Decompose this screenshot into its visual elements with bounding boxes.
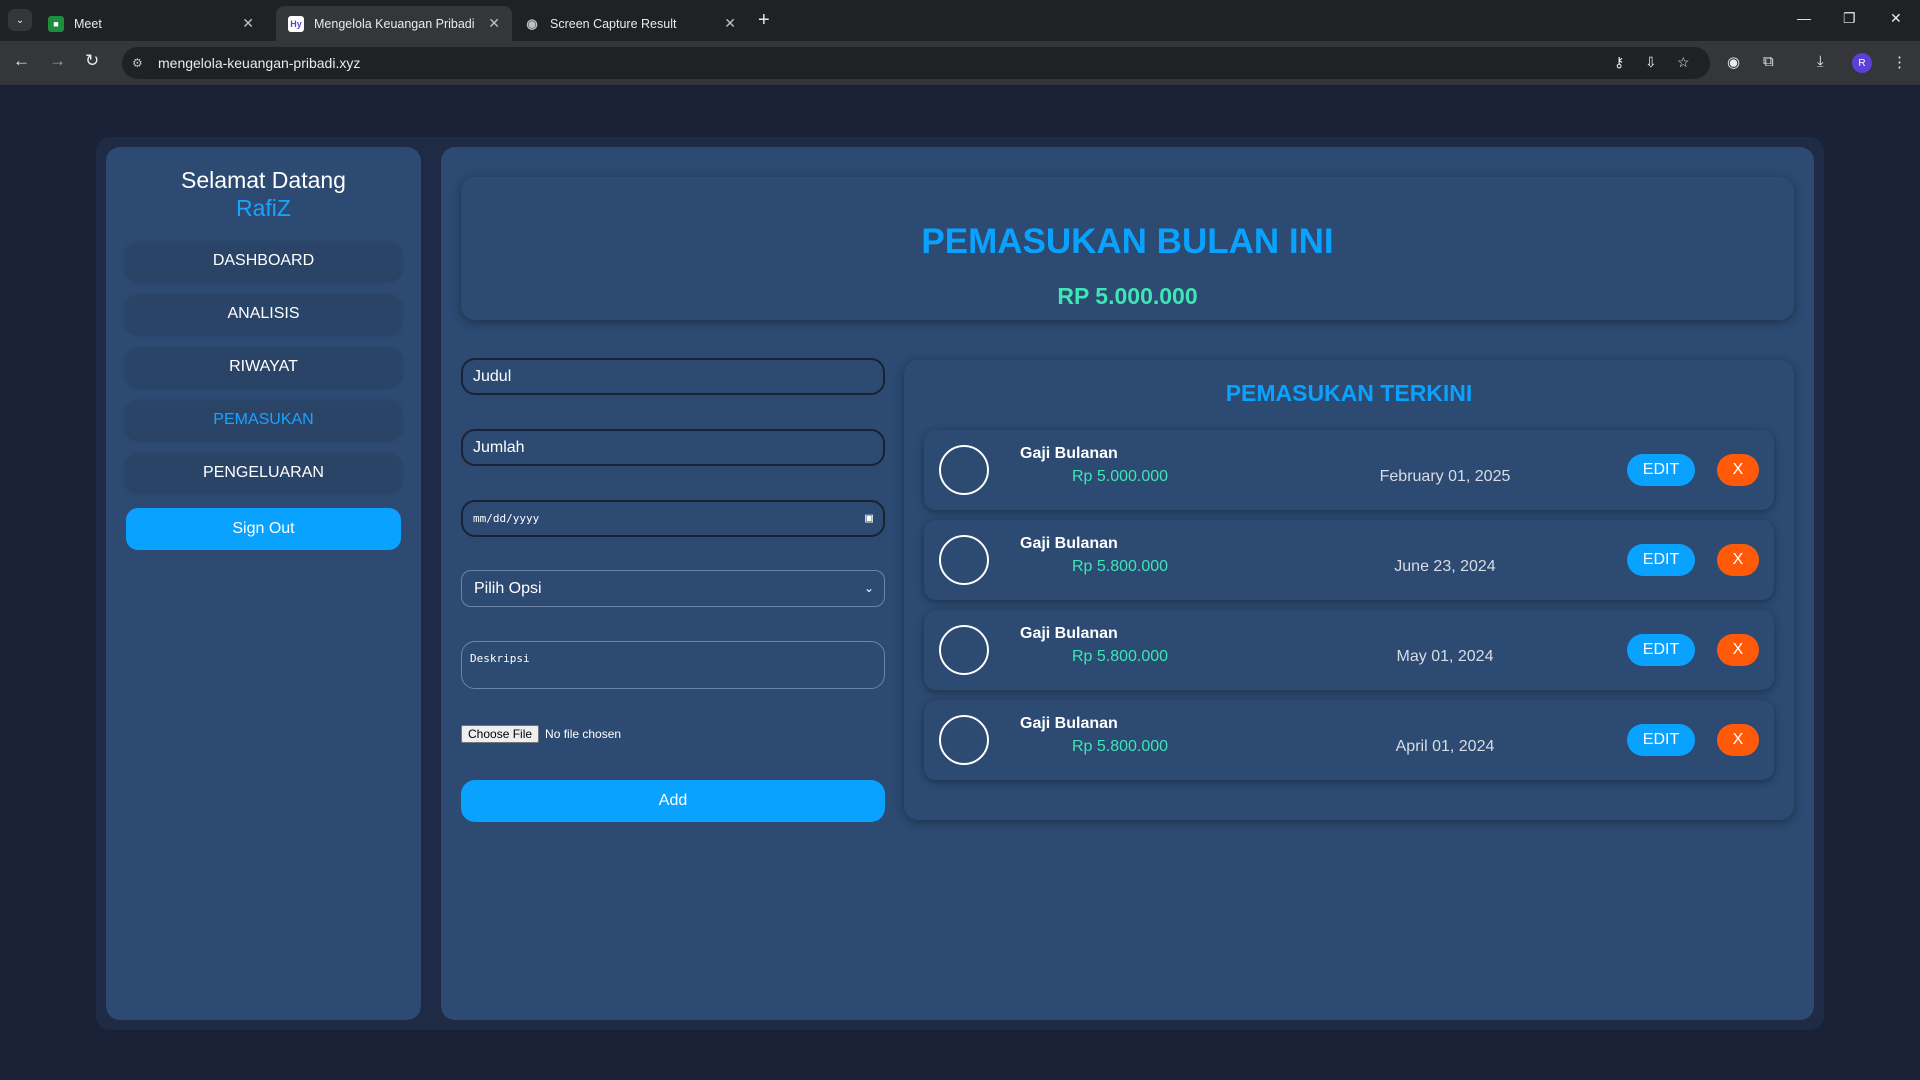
screenshot-extension-icon[interactable]: ◉	[1727, 53, 1740, 71]
welcome-text: Selamat Datang	[181, 167, 346, 193]
sidebar-item-riwayat[interactable]: RIWAYAT	[126, 348, 401, 386]
sidebar-item-dashboard[interactable]: DASHBOARD	[126, 242, 401, 280]
edit-button[interactable]: EDIT	[1627, 634, 1695, 666]
calendar-icon[interactable]: ▣	[865, 502, 873, 535]
date-placeholder: mm/dd/yyyy	[473, 512, 540, 525]
address-bar[interactable]: ⚙ mengelola-keuangan-pribadi.xyz ⚷ ⇩ ☆	[122, 47, 1710, 79]
file-status: No file chosen	[545, 727, 622, 741]
category-select[interactable]: Pilih Opsi ⌄	[461, 570, 885, 607]
item-date: May 01, 2024	[1396, 648, 1494, 665]
item-circle-icon	[939, 535, 989, 585]
tab-mengelola-keuangan[interactable]: Hy Mengelola Keuangan Pribadi ✕	[276, 6, 512, 41]
install-app-icon[interactable]: ⇩	[1645, 54, 1657, 71]
back-icon[interactable]: ←	[13, 51, 30, 71]
item-date: April 01, 2024	[1395, 738, 1495, 755]
item-amount: Rp 5.000.000	[1071, 468, 1169, 485]
sidebar-item-analisis[interactable]: ANALISIS	[126, 295, 401, 333]
item-title: Gaji Bulanan	[1020, 715, 1118, 732]
tab-meet[interactable]: ■ Meet ✕	[36, 6, 266, 41]
edit-button[interactable]: EDIT	[1627, 454, 1695, 486]
item-circle-icon	[939, 445, 989, 495]
meet-icon: ■	[48, 15, 64, 32]
item-amount: Rp 5.800.000	[1071, 648, 1169, 665]
edit-button[interactable]: EDIT	[1627, 544, 1695, 576]
chevron-down-icon: ⌄	[863, 581, 874, 595]
amount-input[interactable]: Jumlah	[461, 429, 885, 466]
extensions-icon[interactable]: ⧉	[1763, 53, 1774, 70]
new-tab-icon[interactable]: +	[758, 9, 770, 32]
list-item: Gaji Bulanan Rp 5.800.000 May 01, 2024 E…	[924, 610, 1774, 690]
edit-button[interactable]: EDIT	[1627, 724, 1695, 756]
close-window-icon[interactable]: ✕	[1890, 10, 1902, 27]
add-button[interactable]: Add	[461, 780, 885, 822]
reload-icon[interactable]: ↻	[85, 51, 99, 71]
sidebar: Selamat Datang RafiZ DASHBOARD ANALISIS …	[106, 147, 421, 1020]
tab-search-button[interactable]: ⌄	[8, 9, 32, 31]
item-title: Gaji Bulanan	[1020, 535, 1118, 552]
item-amount: Rp 5.800.000	[1071, 738, 1169, 755]
delete-button[interactable]: X	[1717, 454, 1759, 486]
recent-income-title: PEMASUKAN TERKINI	[1225, 380, 1473, 406]
date-input[interactable]: mm/dd/yyyy ▣	[461, 500, 885, 537]
forward-icon[interactable]: →	[49, 51, 66, 71]
item-date: February 01, 2025	[1379, 468, 1511, 485]
main-panel: PEMASUKAN BULAN INI RP 5.000.000 Judul J…	[441, 147, 1814, 1020]
list-item: Gaji Bulanan Rp 5.800.000 April 01, 2024…	[924, 700, 1774, 780]
title-input[interactable]: Judul	[461, 358, 885, 395]
url-text: mengelola-keuangan-pribadi.xyz	[158, 55, 361, 71]
sign-out-button[interactable]: Sign Out	[126, 508, 401, 550]
file-input: Choose File No file chosen	[461, 725, 621, 743]
delete-button[interactable]: X	[1717, 724, 1759, 756]
monthly-income-title: PEMASUKAN BULAN INI	[921, 222, 1334, 261]
camera-icon: ◉	[526, 15, 538, 31]
item-circle-icon	[939, 625, 989, 675]
site-info-icon[interactable]: ⚙	[132, 56, 150, 70]
close-tab-icon[interactable]: ✕	[724, 15, 736, 32]
list-item: Gaji Bulanan Rp 5.000.000 February 01, 2…	[924, 430, 1774, 510]
key-icon[interactable]: ⚷	[1614, 54, 1624, 71]
item-circle-icon	[939, 715, 989, 765]
tab-screen-capture[interactable]: ◉ Screen Capture Result ✕	[512, 6, 748, 41]
description-textarea[interactable]: Deskripsi	[461, 641, 885, 689]
username: RafiZ	[236, 195, 291, 221]
monthly-income-card: PEMASUKAN BULAN INI RP 5.000.000	[461, 177, 1794, 320]
minimize-icon[interactable]: —	[1797, 10, 1811, 26]
bookmark-star-icon[interactable]: ☆	[1677, 54, 1690, 71]
item-title: Gaji Bulanan	[1020, 445, 1118, 462]
delete-button[interactable]: X	[1717, 544, 1759, 576]
sidebar-item-pemasukan[interactable]: PEMASUKAN	[126, 401, 401, 439]
restore-icon[interactable]: ❐	[1843, 10, 1856, 27]
recent-income-panel: PEMASUKAN TERKINI Gaji Bulanan Rp 5.000.…	[904, 360, 1794, 820]
item-amount: Rp 5.800.000	[1071, 558, 1169, 575]
sidebar-item-pengeluaran[interactable]: PENGELUARAN	[126, 454, 401, 492]
monthly-income-amount: RP 5.000.000	[1057, 283, 1198, 309]
menu-icon[interactable]: ⋮	[1892, 53, 1907, 71]
category-select-value: Pilih Opsi	[474, 580, 542, 597]
close-tab-icon[interactable]: ✕	[242, 15, 254, 32]
download-icon[interactable]: ⤓	[1817, 53, 1824, 70]
list-item: Gaji Bulanan Rp 5.800.000 June 23, 2024 …	[924, 520, 1774, 600]
browser-toolbar: ← → ↻ ⚙ mengelola-keuangan-pribadi.xyz ⚷…	[0, 41, 1920, 85]
item-date: June 23, 2024	[1394, 558, 1496, 575]
browser-tab-bar: ⌄ ■ Meet ✕ Hy Mengelola Keuangan Pribadi…	[0, 0, 1920, 41]
item-title: Gaji Bulanan	[1020, 625, 1118, 642]
app-favicon: Hy	[288, 15, 304, 32]
close-tab-icon[interactable]: ✕	[488, 15, 500, 32]
choose-file-button[interactable]: Choose File	[461, 725, 540, 743]
profile-avatar[interactable]: R	[1852, 53, 1872, 73]
delete-button[interactable]: X	[1717, 634, 1759, 666]
